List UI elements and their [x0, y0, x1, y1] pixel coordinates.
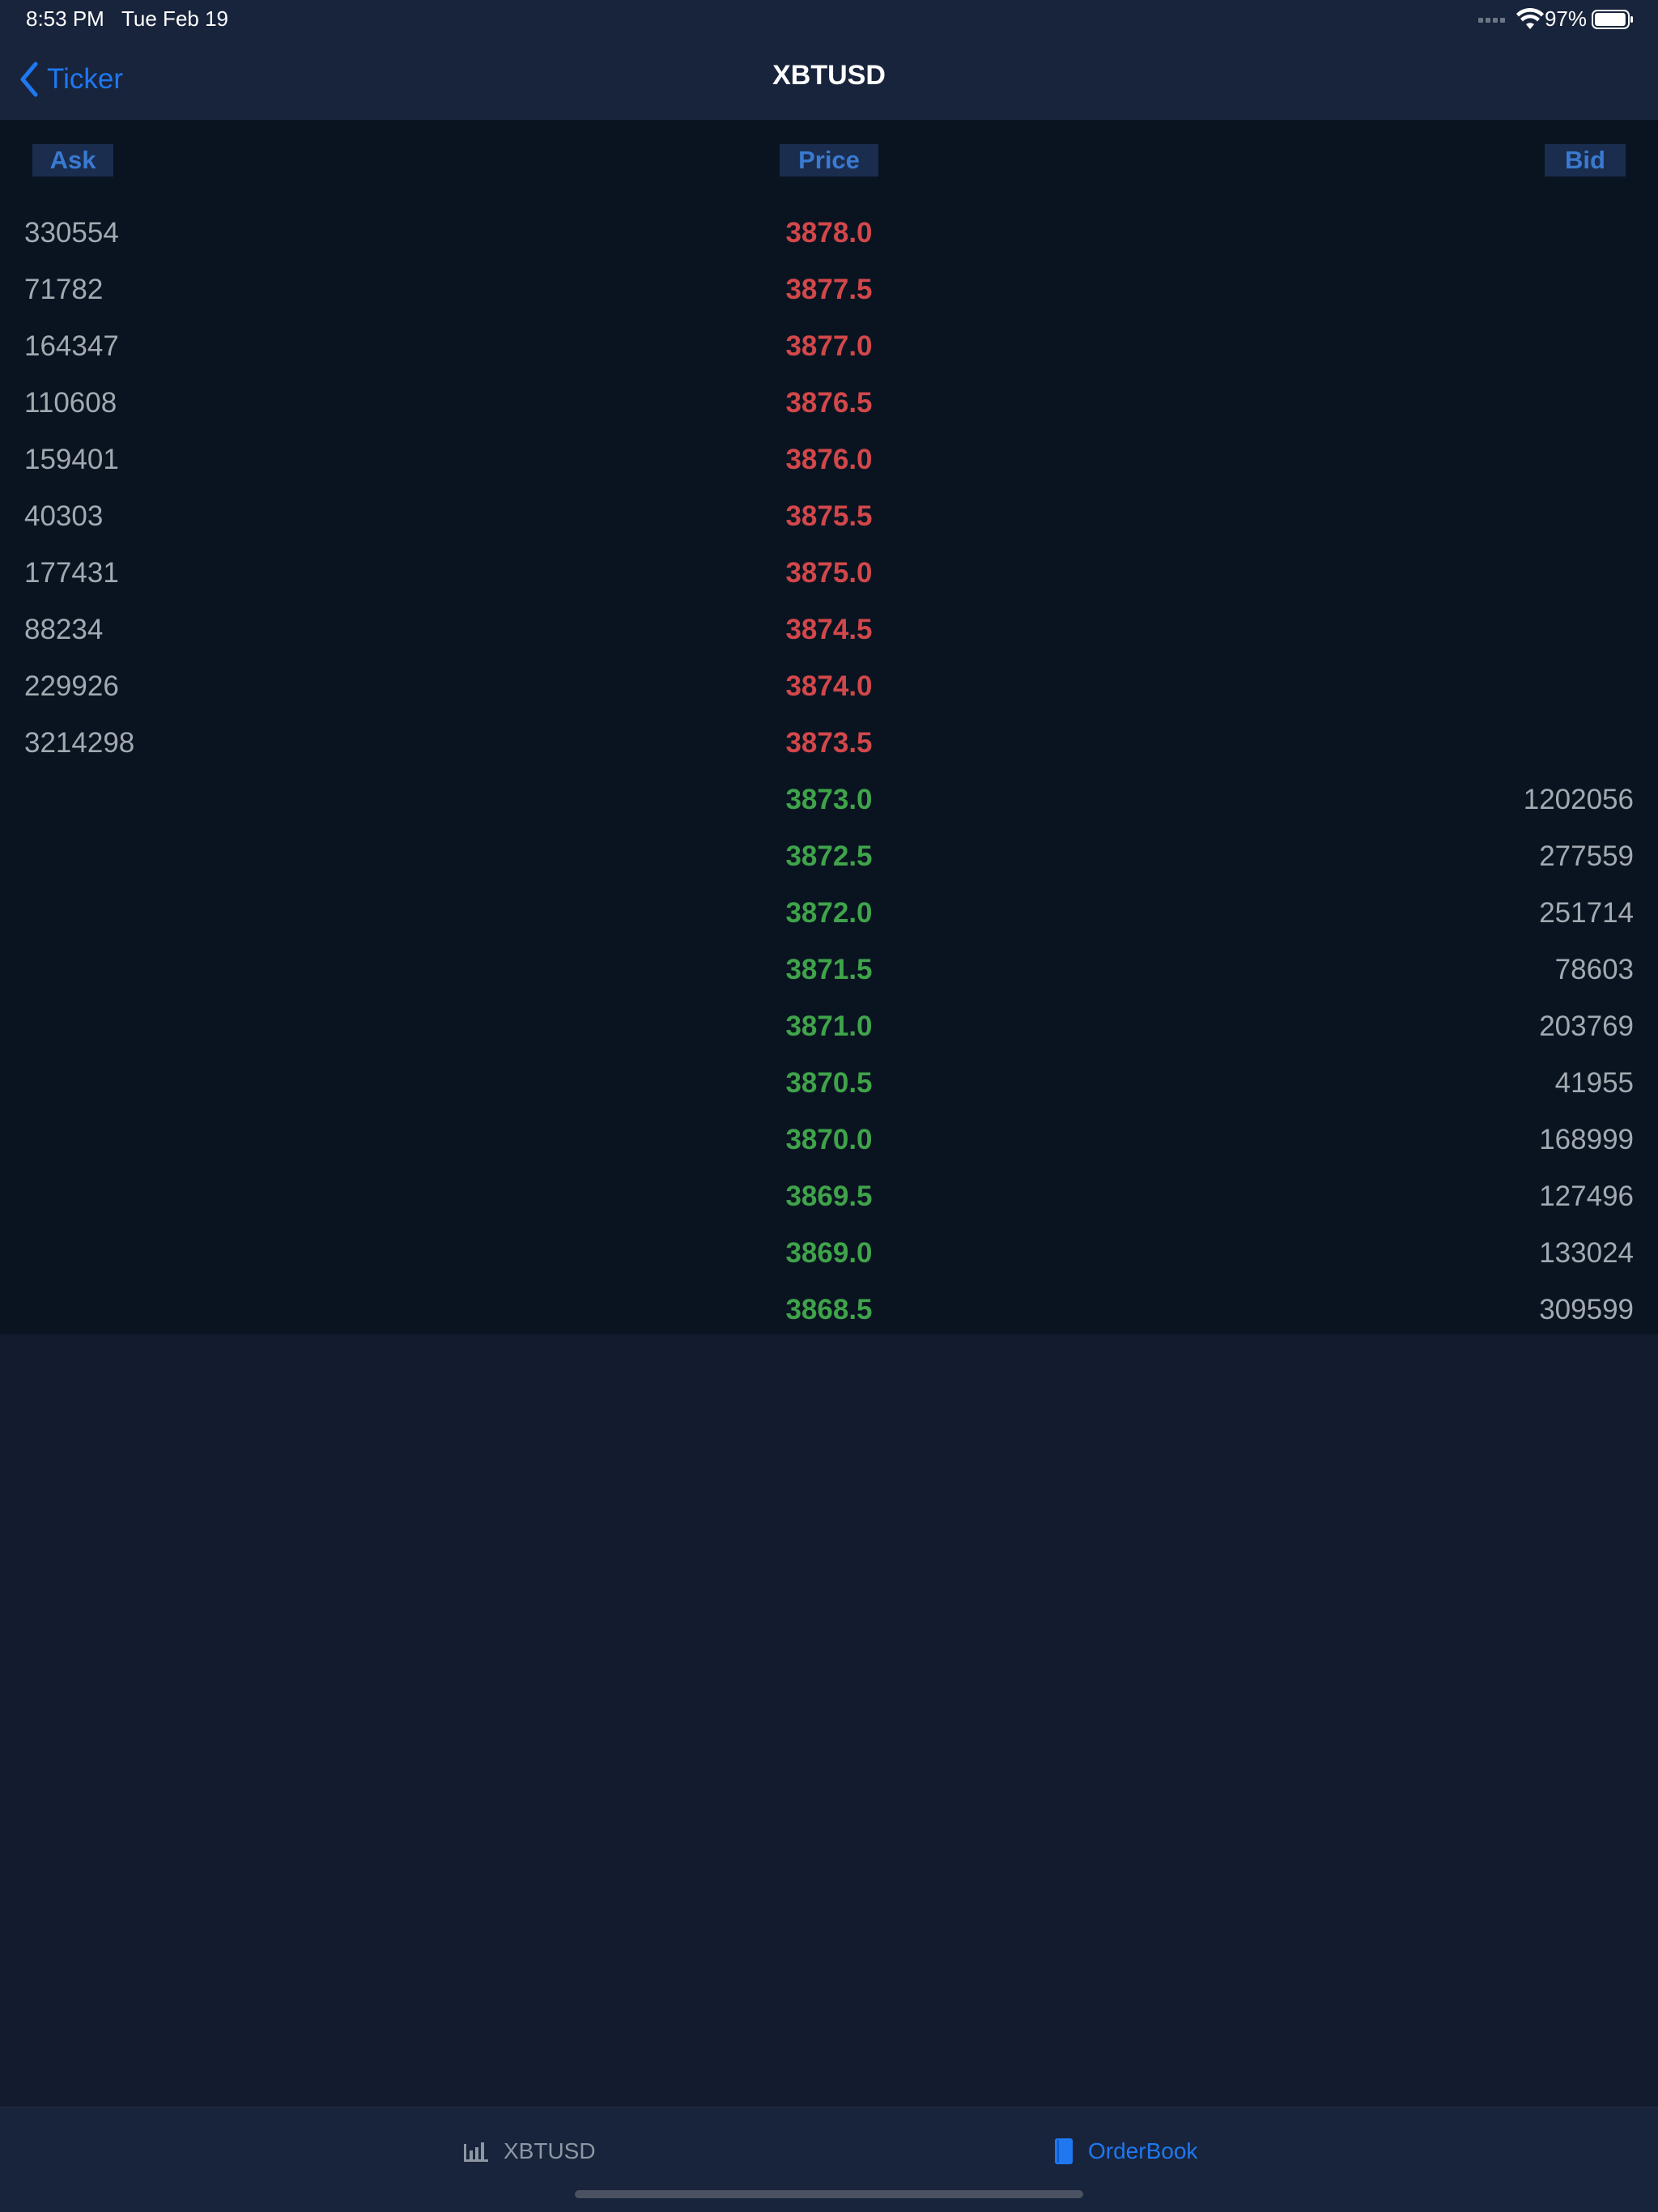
bid-quantity: 1202056 — [1523, 784, 1634, 815]
bid-price: 3871.0 — [785, 1010, 873, 1042]
bid-row: 3871.5 78603 — [0, 942, 1658, 998]
bid-price: 3868.5 — [785, 1294, 873, 1325]
bid-row: 3873.0 1202056 — [0, 772, 1658, 828]
ask-price: 3874.5 — [785, 614, 873, 645]
ask-price: 3876.5 — [785, 387, 873, 419]
tab-xbtusd-label: XBTUSD — [504, 2138, 596, 2163]
bid-row: 3872.5 277559 — [0, 828, 1658, 885]
battery-percent: 97% — [1544, 6, 1587, 31]
bid-quantity: 277559 — [1539, 840, 1634, 872]
ask-price: 3875.5 — [785, 500, 873, 532]
bid-row: 3869.0 133024 — [0, 1225, 1658, 1282]
ask-quantity: 164347 — [24, 330, 119, 362]
ask-quantity: 71782 — [24, 274, 104, 305]
bid-quantity: 203769 — [1539, 1010, 1634, 1042]
bid-price: 3872.0 — [785, 897, 873, 929]
bid-price: 3870.0 — [785, 1124, 873, 1155]
signal-icon — [1478, 16, 1507, 23]
bid-quantity: 309599 — [1539, 1294, 1634, 1325]
tab-orderbook[interactable]: OrderBook — [1054, 2135, 1197, 2167]
battery-icon — [1592, 10, 1633, 29]
ask-price: 3874.0 — [785, 670, 873, 702]
bid-row: 3868.5 309599 — [0, 1282, 1658, 1338]
ask-row: 40303 3875.5 — [0, 488, 1658, 545]
ask-row: 229926 3874.0 — [0, 658, 1658, 715]
ask-price: 3878.0 — [785, 217, 873, 249]
ask-column-header: Ask — [32, 144, 113, 177]
ask-price: 3873.5 — [785, 727, 873, 759]
ask-quantity: 110608 — [24, 387, 117, 419]
bid-row: 3871.0 203769 — [0, 998, 1658, 1055]
ask-row: 177431 3875.0 — [0, 545, 1658, 602]
ask-row: 159401 3876.0 — [0, 432, 1658, 488]
bid-price: 3872.5 — [785, 840, 873, 872]
bid-quantity: 168999 — [1539, 1124, 1634, 1155]
bid-row: 3872.0 251714 — [0, 885, 1658, 942]
ask-quantity: 40303 — [24, 500, 104, 532]
ask-row: 3214298 3873.5 — [0, 715, 1658, 772]
ask-row: 164347 3877.0 — [0, 318, 1658, 375]
bid-quantity: 41955 — [1554, 1067, 1634, 1099]
status-time: 8:53 PM — [26, 6, 104, 31]
ask-row: 110608 3876.5 — [0, 375, 1658, 432]
bid-price: 3869.5 — [785, 1180, 873, 1212]
bid-price: 3869.0 — [785, 1237, 873, 1269]
bid-quantity: 133024 — [1539, 1237, 1634, 1269]
bid-row: 3870.5 41955 — [0, 1055, 1658, 1112]
bid-price: 3871.5 — [785, 954, 873, 985]
ask-row: 71782 3877.5 — [0, 262, 1658, 318]
bid-quantity: 251714 — [1539, 897, 1634, 929]
book-icon — [1055, 2138, 1073, 2164]
home-indicator — [575, 2190, 1083, 2198]
bid-quantity: 78603 — [1554, 954, 1634, 985]
bid-row: 3869.5 127496 — [0, 1168, 1658, 1225]
ask-quantity: 330554 — [24, 217, 119, 249]
ask-quantity: 88234 — [24, 614, 104, 645]
ask-row: 330554 3878.0 — [0, 205, 1658, 262]
status-bar: 8:53 PM Tue Feb 19 97% — [0, 0, 1658, 39]
ask-price: 3877.5 — [785, 274, 873, 305]
bid-quantity: 127496 — [1539, 1180, 1634, 1212]
ask-row: 88234 3874.5 — [0, 602, 1658, 658]
bid-column-header: Bid — [1545, 144, 1626, 177]
bar-chart-icon — [464, 2142, 488, 2162]
page-title: XBTUSD — [772, 60, 886, 91]
order-book: Ask Price Bid 330554 3878.0 71782 3877.5… — [0, 120, 1658, 1334]
ask-quantity: 229926 — [24, 670, 119, 702]
ask-price: 3875.0 — [785, 557, 873, 589]
tab-orderbook-label: OrderBook — [1088, 2138, 1198, 2163]
ask-quantity: 3214298 — [24, 727, 135, 759]
bid-price: 3870.5 — [785, 1067, 873, 1099]
tab-xbtusd[interactable]: XBTUSD — [463, 2135, 596, 2167]
wifi-icon — [1516, 8, 1544, 29]
ask-quantity: 159401 — [24, 444, 119, 475]
ask-quantity: 177431 — [24, 557, 119, 589]
navigation-bar: Ticker XBTUSD — [0, 39, 1658, 120]
price-column-header: Price — [780, 144, 878, 177]
status-date: Tue Feb 19 — [121, 6, 229, 31]
bid-row: 3870.0 168999 — [0, 1112, 1658, 1168]
ask-price: 3877.0 — [785, 330, 873, 362]
ask-price: 3876.0 — [785, 444, 873, 475]
bid-price: 3873.0 — [785, 784, 873, 815]
